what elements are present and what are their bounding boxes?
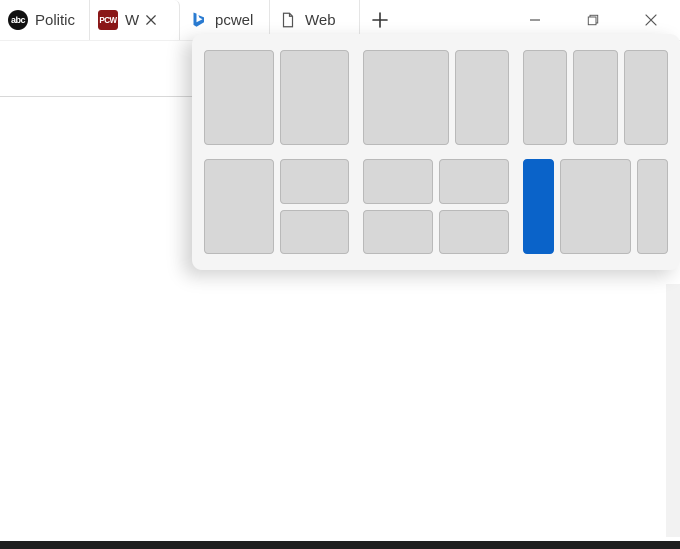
snap-layout-left-tall-rightstack[interactable] (204, 159, 349, 254)
abc-favicon-text: abc (8, 10, 28, 30)
restore-icon (587, 14, 599, 26)
toolbar-separator (0, 96, 192, 97)
snap-tile[interactable] (455, 50, 509, 145)
snap-layout-2col[interactable] (204, 50, 349, 145)
snap-tile[interactable] (363, 210, 433, 255)
snap-tile[interactable] (560, 159, 631, 254)
page-favicon (278, 10, 298, 30)
snap-layout-3col[interactable] (523, 50, 668, 145)
plus-icon (372, 12, 388, 28)
snap-tile[interactable] (439, 159, 509, 204)
tab-1-label: W (125, 12, 139, 29)
snap-layouts-panel[interactable] (192, 34, 680, 270)
snap-tile[interactable] (280, 210, 350, 255)
snap-tile[interactable] (204, 50, 274, 145)
snap-tile[interactable] (523, 50, 567, 145)
abc-favicon: abc (8, 10, 28, 30)
taskbar-edge (0, 541, 680, 549)
snap-tile[interactable] (624, 50, 668, 145)
snap-layout-quad[interactable] (363, 159, 508, 254)
snap-tile[interactable] (573, 50, 617, 145)
snap-tile-selected[interactable] (523, 159, 554, 254)
snap-layout-3col-wide-center[interactable] (523, 159, 668, 254)
close-icon (146, 15, 156, 25)
close-window-icon (645, 14, 657, 26)
snap-tile[interactable] (280, 50, 350, 145)
snap-layout-left-wide[interactable] (363, 50, 508, 145)
tab-0[interactable]: abc Politic (0, 0, 90, 40)
snap-tile[interactable] (637, 159, 668, 254)
snap-tile[interactable] (204, 159, 274, 254)
snap-tile[interactable] (439, 210, 509, 255)
snap-tile[interactable] (280, 159, 350, 204)
bing-favicon (188, 10, 208, 30)
tab-1-close-button[interactable] (141, 10, 161, 30)
tab-2-label: pcwel (215, 12, 253, 29)
snap-tile[interactable] (363, 50, 449, 145)
pcw-favicon: PCW (98, 10, 118, 30)
snap-tile[interactable] (363, 159, 433, 204)
tab-1[interactable]: PCW W (90, 0, 180, 40)
page-icon (279, 11, 297, 29)
minimize-icon (529, 14, 541, 26)
tab-0-label: Politic (35, 12, 75, 29)
tab-3-label: Web (305, 12, 336, 29)
pcw-favicon-text: PCW (98, 10, 118, 30)
bing-icon (189, 11, 207, 29)
